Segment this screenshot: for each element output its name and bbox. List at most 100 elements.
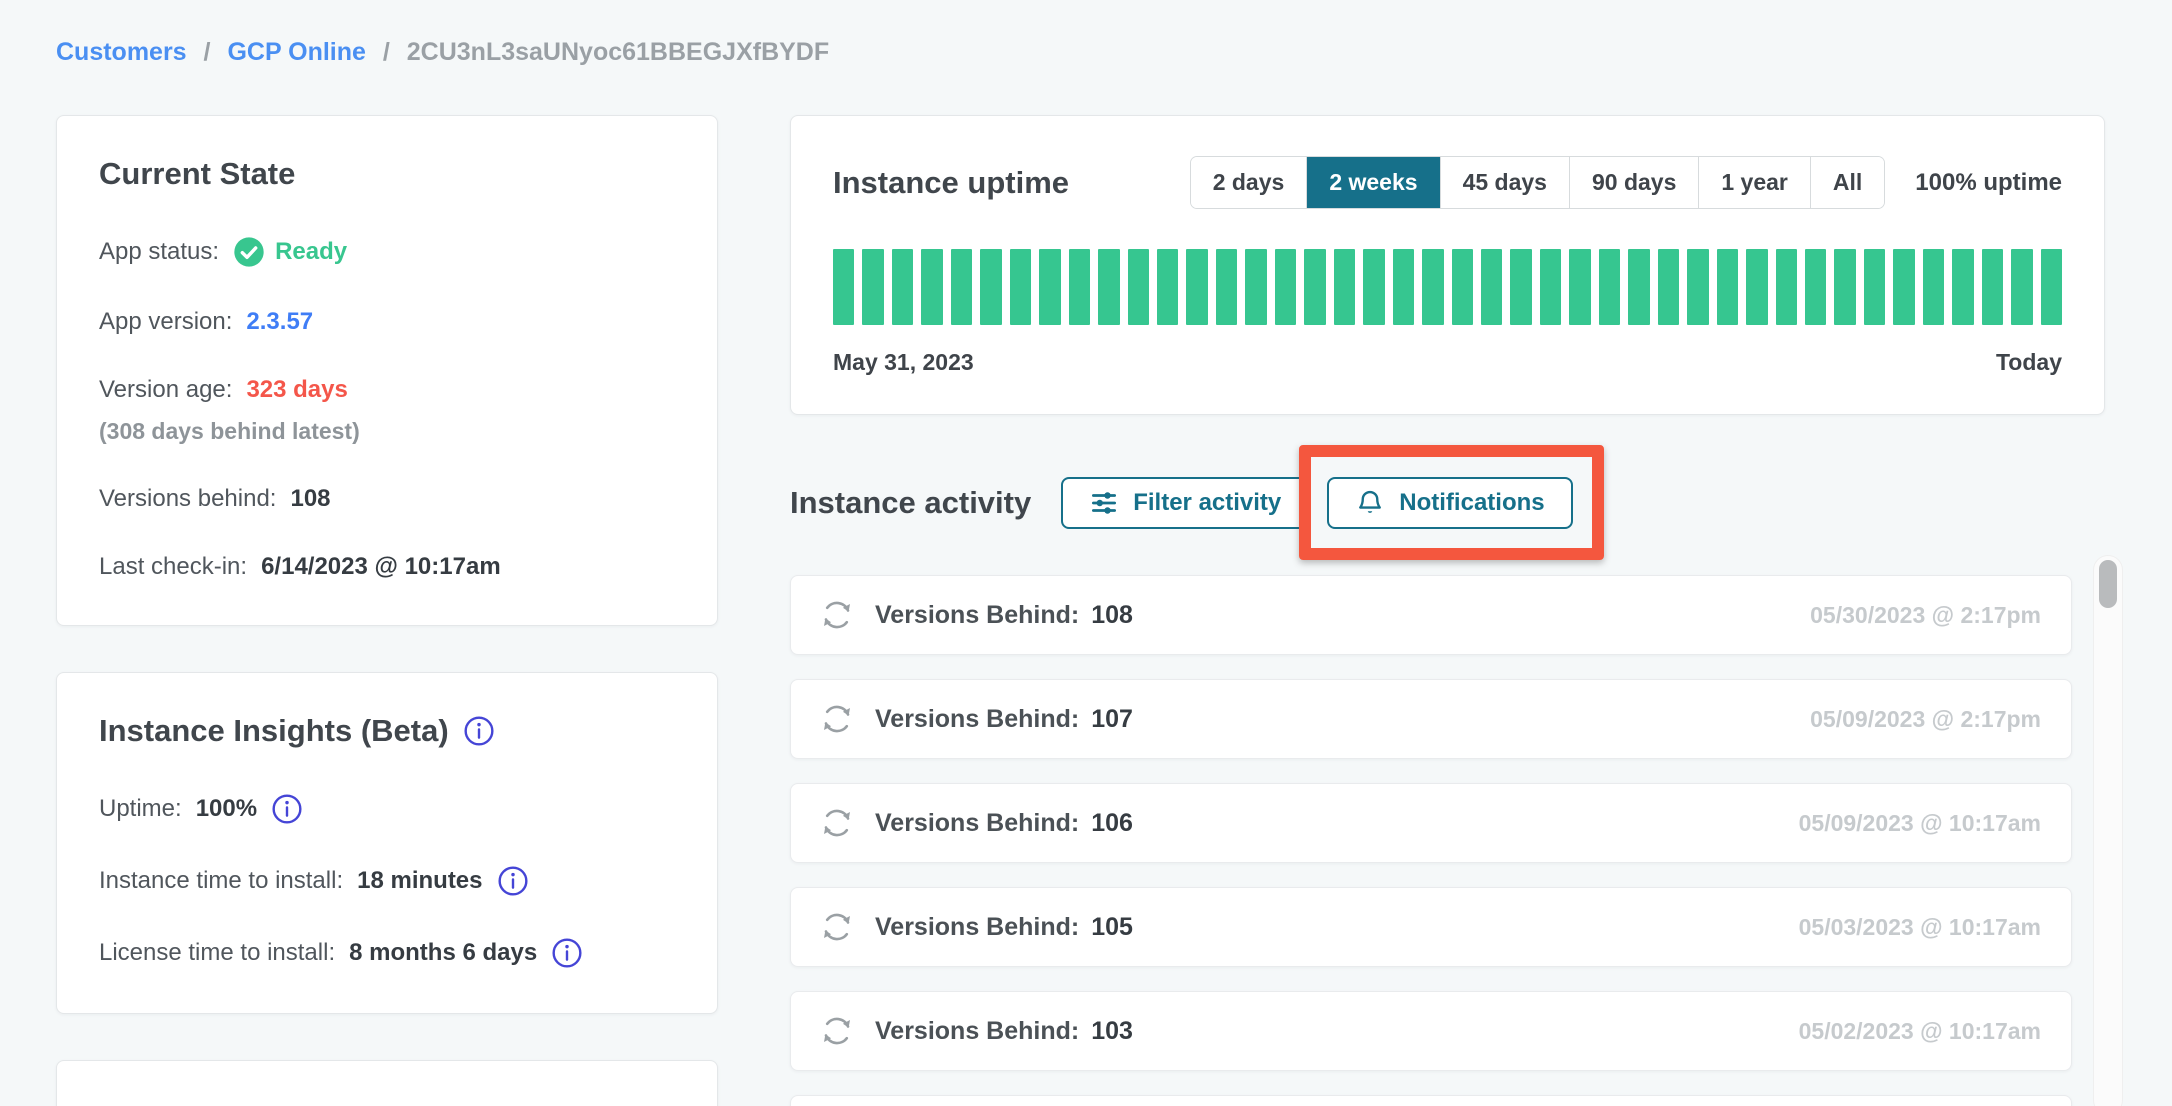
uptime-bar xyxy=(921,249,942,325)
last-checkin-label: Last check-in: xyxy=(99,553,247,581)
instance-detail-page: Customers / GCP Online / 2CU3nL3saUNyoc6… xyxy=(0,0,2172,1106)
event-value: 105 xyxy=(1091,913,1133,942)
activity-event-row[interactable]: Versions Behind: 105 05/03/2023 @ 10:17a… xyxy=(790,887,2072,967)
uptime-bar xyxy=(1834,249,1855,325)
sync-icon xyxy=(819,805,855,841)
version-age-value: 323 days xyxy=(246,376,347,404)
uptime-bar xyxy=(1717,249,1738,325)
uptime-bar xyxy=(1245,249,1266,325)
uptime-bar xyxy=(1452,249,1473,325)
version-age-note: (308 days behind latest) xyxy=(99,418,675,445)
instance-tti-label: Instance time to install: xyxy=(99,867,343,895)
event-timestamp: 05/03/2023 @ 10:17am xyxy=(1799,914,2041,941)
uptime-bar xyxy=(951,249,972,325)
event-label: Versions Behind: xyxy=(875,1017,1079,1046)
instance-tti-value: 18 minutes xyxy=(357,867,482,895)
notifications-button-wrapper: Notifications xyxy=(1327,477,1572,529)
activity-event-row[interactable]: Versions Behind: 107 05/09/2023 @ 2:17pm xyxy=(790,679,2072,759)
range-tab-all[interactable]: All xyxy=(1811,157,1884,208)
uptime-bar xyxy=(1569,249,1590,325)
license-tti-label: License time to install: xyxy=(99,939,335,967)
info-icon[interactable] xyxy=(271,793,303,825)
uptime-value: 100% xyxy=(196,795,257,823)
uptime-bar xyxy=(1010,249,1031,325)
activity-event-row[interactable]: Versions Behind: 106 05/09/2023 @ 10:17a… xyxy=(790,783,2072,863)
versions-behind-label: Versions behind: xyxy=(99,485,276,513)
instance-insights-title: Instance Insights (Beta) xyxy=(99,713,449,749)
uptime-bar xyxy=(1628,249,1649,325)
uptime-bar xyxy=(833,249,854,325)
uptime-bar xyxy=(1658,249,1679,325)
event-timestamp: 05/09/2023 @ 2:17pm xyxy=(1810,706,2041,733)
uptime-bar xyxy=(1893,249,1914,325)
uptime-bar xyxy=(2041,249,2062,325)
app-status-label: App status: xyxy=(99,238,219,266)
license-tti-value: 8 months 6 days xyxy=(349,939,537,967)
filter-sliders-icon xyxy=(1089,488,1119,518)
version-age-label: Version age: xyxy=(99,376,232,404)
left-column: Current State App status: Ready App vers… xyxy=(56,115,718,1106)
info-icon[interactable] xyxy=(551,937,583,969)
range-tab-2-days[interactable]: 2 days xyxy=(1191,157,1308,208)
uptime-bar xyxy=(1393,249,1414,325)
uptime-bars xyxy=(833,249,2062,325)
app-version-label: App version: xyxy=(99,308,232,336)
range-tab-90-days[interactable]: 90 days xyxy=(1570,157,1699,208)
version-age-row: Version age: 323 days xyxy=(99,376,675,404)
app-status-row: App status: Ready xyxy=(99,236,675,268)
bell-icon xyxy=(1355,488,1385,518)
range-tab-1-year[interactable]: 1 year xyxy=(1699,157,1811,208)
filter-activity-button[interactable]: Filter activity xyxy=(1061,477,1309,529)
uptime-bar xyxy=(1363,249,1384,325)
event-timestamp: 05/02/2023 @ 10:17am xyxy=(1799,1018,2041,1045)
app-version-value: 2.3.57 xyxy=(246,308,313,336)
instance-activity-header: Instance activity Filter activity Notifi… xyxy=(790,477,2105,529)
uptime-bar xyxy=(1952,249,1973,325)
uptime-range-tabs: 2 days 2 weeks 45 days 90 days 1 year Al… xyxy=(1190,156,1886,209)
range-tab-2-weeks[interactable]: 2 weeks xyxy=(1307,157,1440,208)
uptime-bar xyxy=(1510,249,1531,325)
event-label: Versions Behind: xyxy=(875,601,1079,630)
uptime-bar xyxy=(1481,249,1502,325)
app-version-row: App version: 2.3.57 xyxy=(99,308,675,336)
activity-event-row-partial[interactable] xyxy=(790,1095,2072,1106)
uptime-bar xyxy=(1334,249,1355,325)
license-tti-row: License time to install: 8 months 6 days xyxy=(99,937,675,969)
notifications-button[interactable]: Notifications xyxy=(1327,477,1572,529)
breadcrumb: Customers / GCP Online / 2CU3nL3saUNyoc6… xyxy=(56,30,2105,67)
sync-icon xyxy=(819,909,855,945)
uptime-bar xyxy=(1216,249,1237,325)
activity-list-scrollbar-thumb[interactable] xyxy=(2099,560,2117,608)
uptime-bar xyxy=(1422,249,1443,325)
instance-uptime-card: Instance uptime 2 days 2 weeks 45 days 9… xyxy=(790,115,2105,415)
activity-event-row[interactable]: Versions Behind: 108 05/30/2023 @ 2:17pm xyxy=(790,575,2072,655)
uptime-bar xyxy=(1186,249,1207,325)
info-icon[interactable] xyxy=(497,865,529,897)
versions-behind-row: Versions behind: 108 xyxy=(99,485,675,513)
breadcrumb-customers-link[interactable]: Customers xyxy=(56,38,187,66)
breadcrumb-customer-link[interactable]: GCP Online xyxy=(227,38,365,66)
activity-list-scrollbar[interactable] xyxy=(2093,555,2123,1106)
versions-behind-value: 108 xyxy=(290,485,330,513)
uptime-bar xyxy=(1746,249,1767,325)
notifications-label: Notifications xyxy=(1399,489,1544,517)
event-label: Versions Behind: xyxy=(875,705,1079,734)
event-value: 108 xyxy=(1091,601,1133,630)
uptime-start-label: May 31, 2023 xyxy=(833,349,974,376)
instance-information-card: Instance Information xyxy=(56,1060,718,1106)
activity-event-row[interactable]: Versions Behind: 103 05/02/2023 @ 10:17a… xyxy=(790,991,2072,1071)
instance-activity-list: Versions Behind: 108 05/30/2023 @ 2:17pm… xyxy=(790,575,2072,1106)
instance-activity-title: Instance activity xyxy=(790,485,1031,521)
uptime-bar xyxy=(1805,249,1826,325)
last-checkin-value: 6/14/2023 @ 10:17am xyxy=(261,553,501,581)
uptime-bar xyxy=(1069,249,1090,325)
breadcrumb-separator: / xyxy=(383,38,390,66)
range-tab-45-days[interactable]: 45 days xyxy=(1441,157,1570,208)
sync-icon xyxy=(819,597,855,633)
sync-icon xyxy=(819,1013,855,1049)
uptime-bar xyxy=(1304,249,1325,325)
uptime-bar xyxy=(1039,249,1060,325)
breadcrumb-instance-id: 2CU3nL3saUNyoc61BBEGJXfBYDF xyxy=(407,38,829,66)
info-icon[interactable] xyxy=(463,715,495,747)
uptime-bar xyxy=(1982,249,2003,325)
